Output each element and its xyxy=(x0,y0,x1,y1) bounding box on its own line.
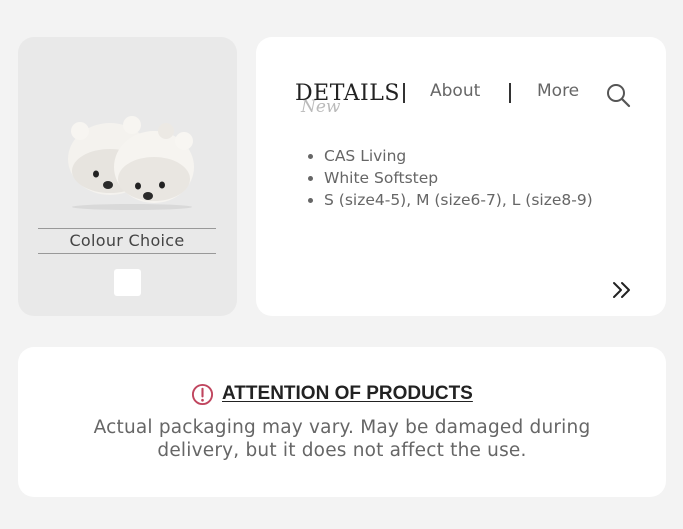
details-tabs: New DETAILS About More xyxy=(295,79,635,119)
spec-item: CAS Living xyxy=(324,145,593,167)
spec-item: S (size4-5), M (size6-7), L (size8-9) xyxy=(324,189,593,211)
product-card: Colour Choice xyxy=(18,37,237,316)
attention-body: Actual packaging may vary. May be damage… xyxy=(93,417,591,461)
spec-item: White Softstep xyxy=(324,167,593,189)
double-chevron-right-icon[interactable] xyxy=(611,279,633,301)
product-image xyxy=(68,116,194,210)
tab-about[interactable]: About xyxy=(430,81,480,101)
colour-swatch-white[interactable] xyxy=(114,269,141,296)
search-icon[interactable] xyxy=(605,82,631,108)
tab-separator xyxy=(403,83,405,103)
tab-separator xyxy=(509,83,511,103)
colour-choice-label: Colour Choice xyxy=(38,228,216,254)
details-card: New DETAILS About More CAS Living White … xyxy=(256,37,666,316)
spec-list: CAS Living White Softstep S (size4-5), M… xyxy=(306,145,593,211)
attention-heading: ATTENTION OF PRODUCTS xyxy=(222,383,473,404)
attention-card: ATTENTION OF PRODUCTS Actual packaging m… xyxy=(18,347,666,497)
tab-details[interactable]: DETAILS xyxy=(295,81,400,106)
attention-title: ATTENTION OF PRODUCTS xyxy=(191,381,473,407)
tab-more[interactable]: More xyxy=(537,81,579,101)
alert-circle-icon xyxy=(191,383,214,405)
